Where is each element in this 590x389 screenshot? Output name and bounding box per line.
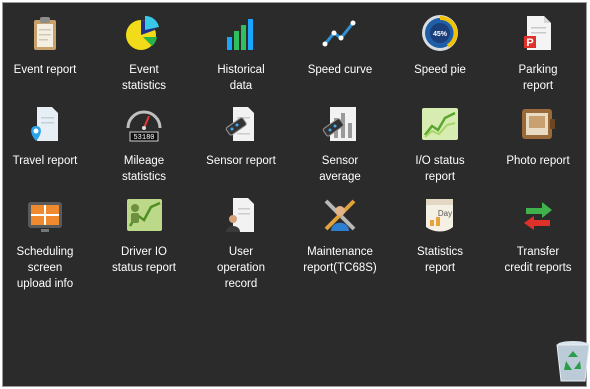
recycle-bin-button[interactable] [553, 339, 590, 385]
tile-label: Scheduling screen upload info [16, 246, 74, 290]
parking-report-tile[interactable]: P Parking report [491, 13, 585, 94]
driver-io-status-report-tile[interactable]: Driver IO status report [97, 195, 191, 276]
tile-label: User operation record [217, 246, 265, 290]
tile-label: Event report [13, 64, 77, 76]
sensor-report-tile[interactable]: Sensor report [194, 104, 288, 169]
calendar-statistics-icon: Day [420, 195, 460, 235]
io-status-chart-icon [420, 104, 460, 144]
tile-label: Mileage statistics [121, 155, 167, 183]
tile-label: Historical data [217, 64, 265, 92]
maintenance-report-tile[interactable]: Maintenance report(TC68S) [293, 195, 387, 276]
photo-report-tile[interactable]: Photo report [491, 104, 585, 169]
tile-label: Transfer credit reports [504, 246, 572, 274]
tile-label: Speed pie [414, 64, 466, 76]
location-document-icon [25, 104, 65, 144]
parking-document-icon: P [518, 13, 558, 53]
maintenance-tools-icon [320, 195, 360, 235]
driver-io-chart-icon [124, 195, 164, 235]
tile-label: I/O status report [415, 155, 465, 183]
line-chart-icon [320, 13, 360, 53]
clipboard-icon [25, 13, 65, 53]
io-status-report-tile[interactable]: I/O status report [393, 104, 487, 185]
user-operation-record-tile[interactable]: User operation record [194, 195, 288, 292]
scheduling-screen-icon [25, 195, 65, 235]
tile-label: Travel report [12, 155, 78, 167]
tile-label: Sensor average [319, 155, 361, 183]
tile-label: Statistics report [416, 246, 463, 274]
historical-data-tile[interactable]: Historical data [194, 13, 288, 94]
travel-report-tile[interactable]: Travel report [0, 104, 92, 169]
bar-chart-icon [221, 13, 261, 53]
sensor-document-icon [221, 104, 261, 144]
odometer-icon: 53180 [124, 104, 164, 144]
statistics-report-tile[interactable]: Day Statistics report [393, 195, 487, 276]
report-grid: Event report Event statistics Historical… [3, 3, 588, 388]
tile-label: Maintenance report(TC68S) [303, 246, 377, 274]
sensor-average-icon [320, 104, 360, 144]
tile-label: Photo report [506, 155, 570, 167]
speed-pie-tile[interactable]: 45% Speed pie [393, 13, 487, 78]
tile-label: Sensor report [206, 155, 276, 167]
speed-gauge-icon: 45% [420, 13, 460, 53]
tile-label: Event statistics [121, 64, 167, 92]
user-document-icon [221, 195, 261, 235]
transfer-credit-reports-tile[interactable]: Transfer credit reports [491, 195, 585, 276]
transfer-arrows-icon [518, 195, 558, 235]
sensor-average-tile[interactable]: Sensor average [293, 104, 387, 185]
tile-label: Speed curve [307, 64, 373, 76]
report-panel: Event report Event statistics Historical… [2, 2, 590, 388]
odometer-readout: 53180 [133, 134, 154, 142]
tile-label: Parking report [518, 64, 558, 92]
mileage-statistics-tile[interactable]: 53180 Mileage statistics [97, 104, 191, 185]
speed-curve-tile[interactable]: Speed curve [293, 13, 387, 78]
parking-badge: P [526, 37, 533, 49]
event-report-tile[interactable]: Event report [0, 13, 92, 78]
calendar-day-label: Day [438, 209, 452, 218]
event-statistics-tile[interactable]: Event statistics [97, 13, 191, 94]
tile-label: Driver IO status report [112, 246, 176, 274]
gauge-percent: 45% [433, 31, 448, 38]
recycle-bin-icon [553, 339, 590, 385]
scheduling-screen-upload-info-tile[interactable]: Scheduling screen upload info [0, 195, 92, 292]
pie-chart-icon [124, 13, 164, 53]
photo-wallet-icon [518, 104, 558, 144]
